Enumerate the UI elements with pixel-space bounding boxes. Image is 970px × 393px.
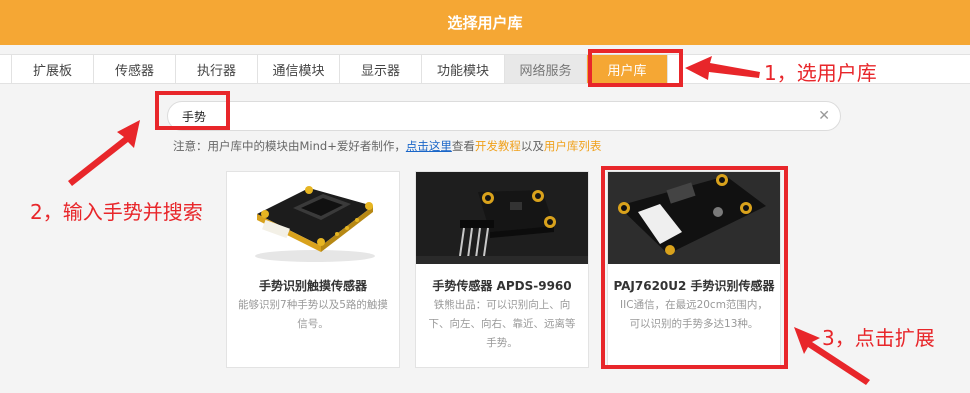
arrow-to-search [68,120,140,186]
arrow-to-tab [685,56,760,80]
step1-annotation: 1，选用户库 [764,61,877,85]
step3-annotation: 3，点击扩展 [822,326,935,350]
step2-annotation: 2，输入手势并搜索 [30,200,203,224]
